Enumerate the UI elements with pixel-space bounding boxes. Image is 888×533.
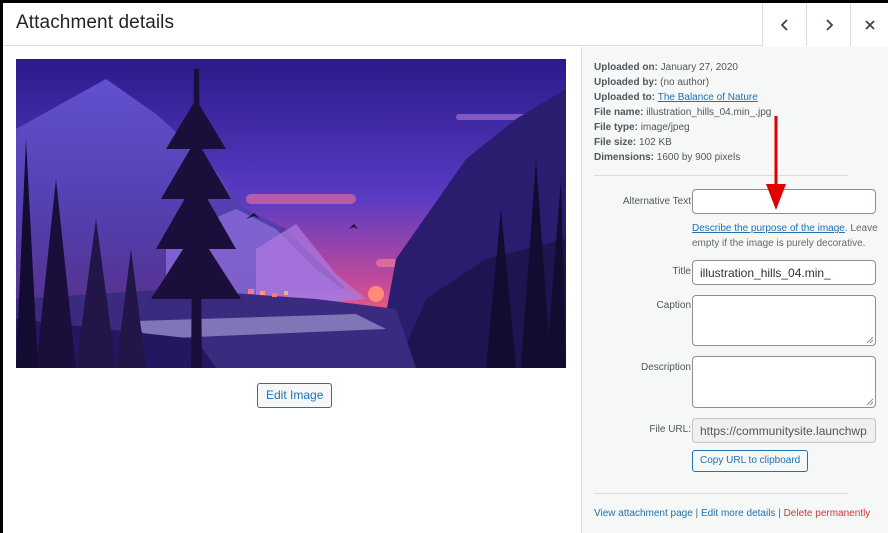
file-type-row: File type: image/jpeg: [594, 122, 690, 133]
description-label: Description: [640, 362, 691, 373]
divider: [594, 493, 848, 494]
file-url-label: File URL:: [649, 424, 691, 435]
chevron-right-icon: [825, 18, 833, 31]
view-attachment-link[interactable]: View attachment page: [594, 508, 693, 519]
file-name-row: File name: illustration_hills_04.min_.jp…: [594, 107, 772, 118]
annotation-arrow-icon: [766, 116, 786, 210]
alt-text-help-link[interactable]: Describe the purpose of the image: [692, 223, 845, 234]
caption-textarea[interactable]: [692, 295, 876, 346]
uploaded-by-row: Uploaded by: (no author): [594, 77, 710, 88]
alt-text-label: Alternative Text: [622, 196, 691, 207]
file-size-value: 102 KB: [639, 137, 672, 148]
resize-grip-icon[interactable]: [866, 398, 874, 406]
uploaded-to-link[interactable]: The Balance of Nature: [658, 92, 758, 103]
close-icon: [864, 19, 875, 30]
next-attachment-button[interactable]: [806, 3, 850, 46]
file-name-value: illustration_hills_04.min_.jpg: [646, 107, 772, 118]
attachment-info-sidebar: Uploaded on: January 27, 2020 Uploaded b…: [581, 47, 888, 533]
dimensions-value: 1600 by 900 pixels: [656, 152, 741, 163]
modal-header: Attachment details: [3, 3, 888, 46]
chevron-left-icon: [780, 18, 788, 31]
copy-url-button[interactable]: Copy URL to clipboard: [692, 450, 809, 472]
caption-label: Caption: [656, 300, 691, 311]
close-modal-button[interactable]: [850, 3, 888, 46]
uploaded-on-value: January 27, 2020: [660, 62, 738, 73]
uploaded-to-row: Uploaded to: The Balance of Nature: [594, 92, 758, 103]
uploaded-on-row: Uploaded on: January 27, 2020: [594, 62, 738, 73]
title-input[interactable]: [692, 260, 876, 285]
edit-details-link[interactable]: Edit more details: [701, 508, 775, 519]
modal-title: Attachment details: [16, 12, 175, 33]
title-label: Title: [672, 266, 691, 277]
description-textarea[interactable]: [692, 356, 876, 408]
file-size-row: File size: 102 KB: [594, 137, 672, 148]
file-details: Uploaded on: January 27, 2020 Uploaded b…: [594, 60, 771, 165]
delete-permanently-link[interactable]: Delete permanently: [784, 508, 871, 519]
resize-grip-icon[interactable]: [866, 336, 874, 344]
attachment-media-view: Edit Image: [3, 47, 581, 533]
uploaded-by-value: (no author): [660, 77, 710, 88]
divider: [594, 175, 848, 176]
attachment-image: [16, 59, 566, 368]
file-type-value: image/jpeg: [640, 122, 690, 133]
dimensions-row: Dimensions: 1600 by 900 pixels: [594, 152, 741, 163]
alt-text-help: Describe the purpose of the image. Leave…: [692, 223, 878, 249]
previous-attachment-button[interactable]: [762, 3, 806, 46]
landscape-illustration: [16, 59, 566, 368]
attachment-details-modal: Attachment details Edit Image Uploaded o…: [3, 3, 888, 533]
file-url-input[interactable]: [692, 418, 876, 443]
edit-image-button[interactable]: Edit Image: [257, 383, 333, 408]
attachment-actions: View attachment page | Edit more details…: [594, 508, 871, 519]
